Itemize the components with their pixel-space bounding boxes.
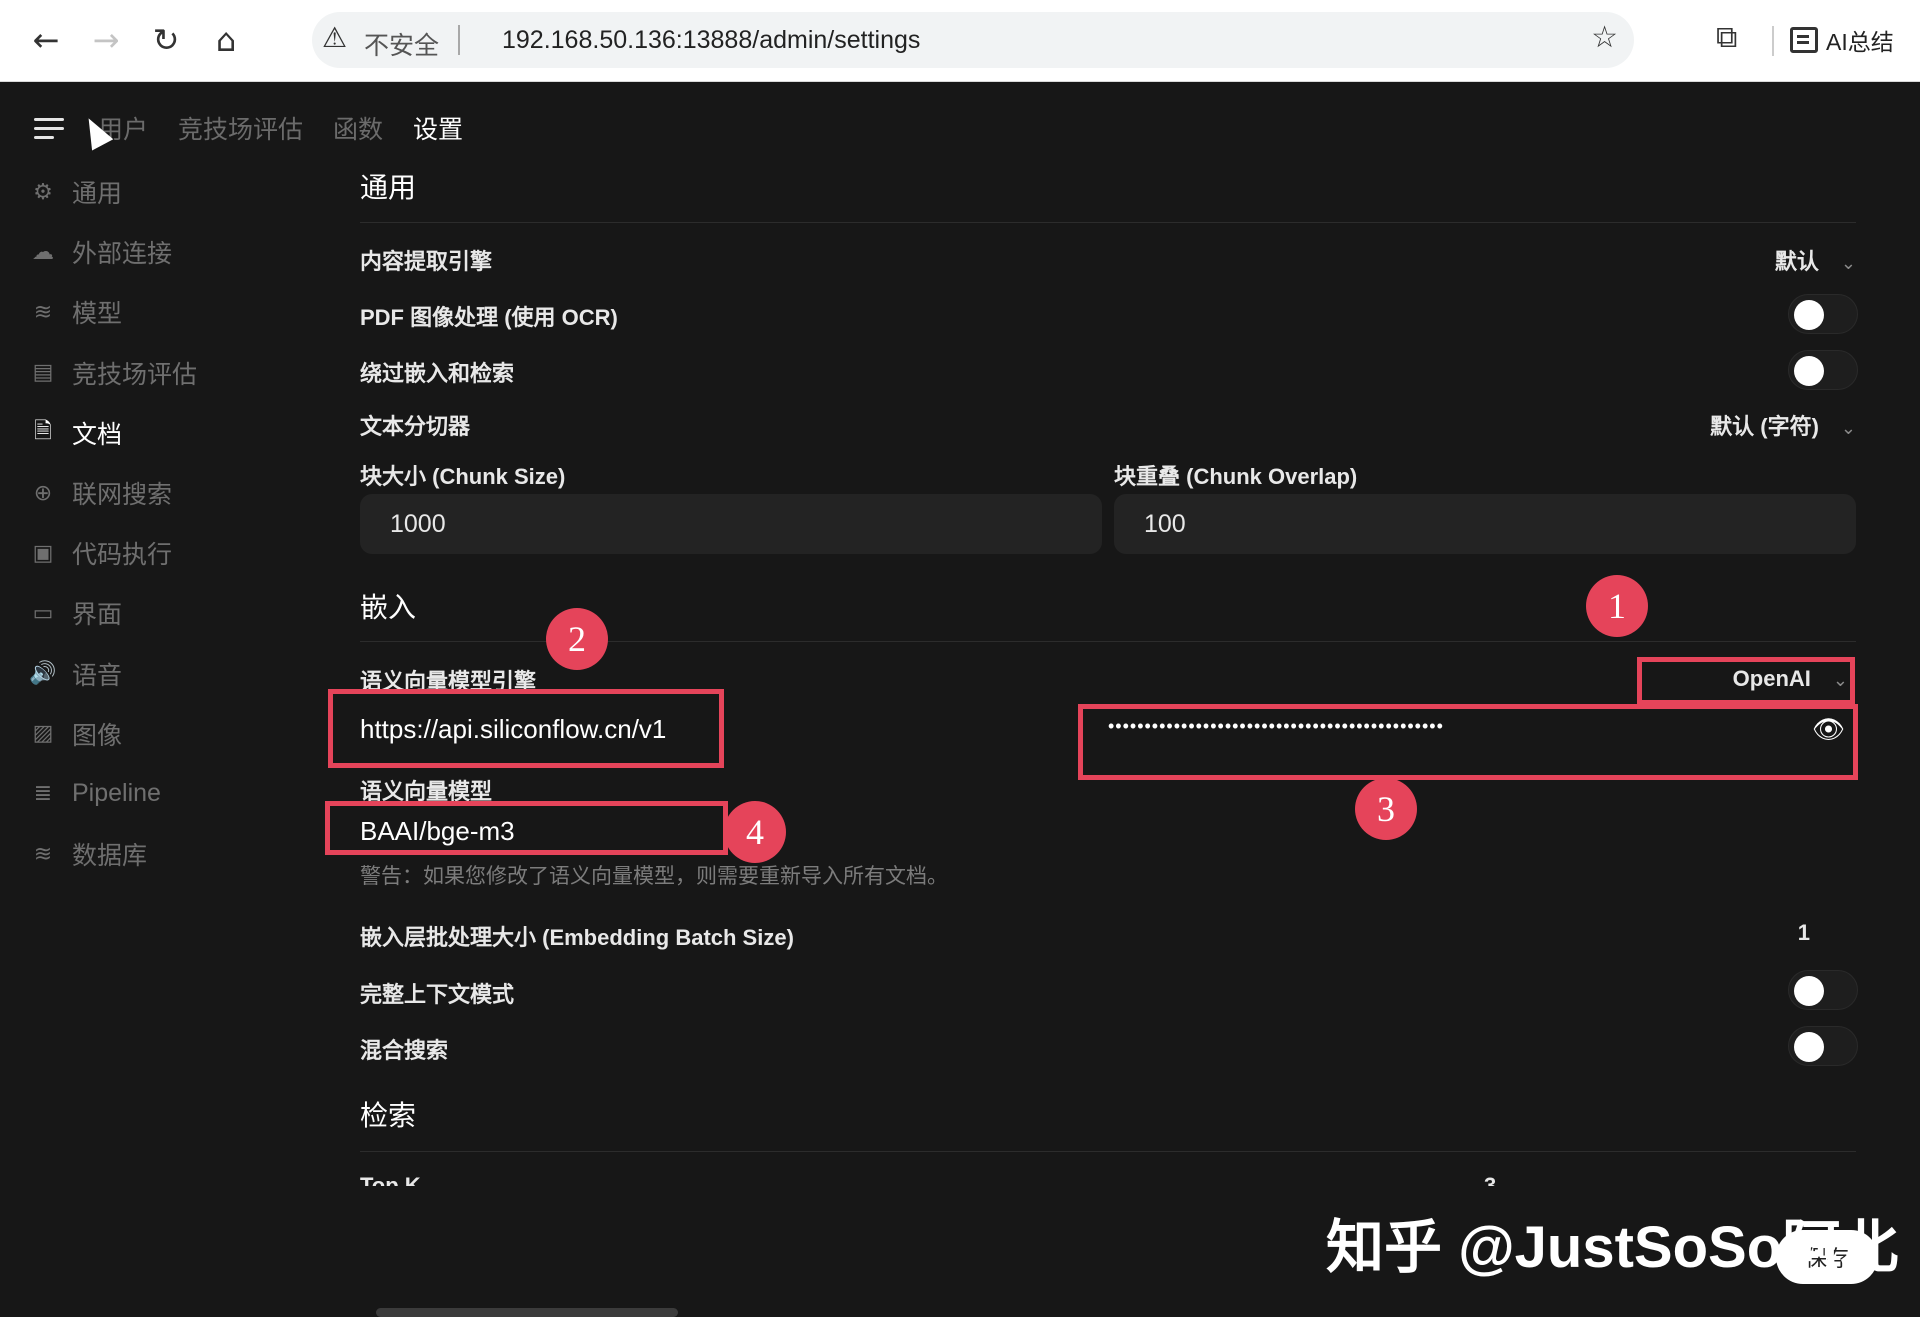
hybrid-search-label: 混合搜索 (360, 1038, 449, 1063)
sidebar-item-label: 文档 (72, 420, 123, 449)
section-title-embedding: 嵌入 (360, 592, 417, 623)
sidebar-item-label: Pipeline (72, 779, 161, 808)
sidebar-item-connections[interactable]: ☁ 外部连接 (30, 222, 290, 282)
tab-settings[interactable]: 设置 (413, 110, 463, 146)
chevron-down-icon: ⌄ (1840, 253, 1856, 274)
chevron-down-icon: ⌄ (1840, 418, 1856, 439)
sidebar-item-label: 语音 (72, 661, 123, 690)
tab-functions[interactable]: 函数 (333, 110, 383, 146)
sidebar-item-label: 外部连接 (72, 240, 173, 269)
content-engine-label: 内容提取引擎 (360, 249, 493, 274)
highlight-box-model (325, 801, 728, 855)
batch-size-value[interactable]: 1 (1798, 920, 1810, 946)
section-title-general: 通用 (360, 172, 417, 203)
hybrid-search-toggle[interactable] (1788, 1026, 1858, 1066)
bypass-embedding-toggle[interactable] (1788, 350, 1858, 390)
highlight-box-engine (1637, 657, 1855, 705)
annotation-badge-3: 3 (1355, 778, 1417, 840)
home-icon[interactable]: ⌂ (204, 18, 248, 62)
sidebar-item-images[interactable]: ▨ 图像 (30, 704, 290, 764)
address-divider (458, 25, 460, 55)
bypass-embedding-label: 绕过嵌入和检索 (360, 361, 515, 386)
address-bar[interactable]: ⚠ 不安全 192.168.50.136:13888/admin/setting… (312, 12, 1634, 68)
highlight-box-api-url (328, 689, 724, 768)
security-label[interactable]: 不安全 (364, 26, 439, 62)
text-splitter-select[interactable]: 默认 (字符) ⌄ (1710, 409, 1856, 441)
sidebar-item-label: 数据库 (72, 842, 148, 871)
sidebar-item-label: 联网搜索 (72, 481, 173, 510)
sidebar-item-label: 竞技场评估 (72, 360, 198, 389)
back-icon[interactable]: ← (24, 18, 68, 62)
horizontal-scrollbar[interactable] (376, 1308, 678, 1317)
text-splitter-value: 默认 (字符) (1710, 414, 1819, 439)
sidebar-item-web-search[interactable]: ⊕ 联网搜索 (30, 463, 290, 523)
divider (360, 1151, 1856, 1152)
sidebar-item-models[interactable]: ≋ 模型 (30, 282, 290, 342)
bookmark-star-icon[interactable]: ☆ (1591, 20, 1618, 55)
browser-toolbar: ← → ↻ ⌂ ⚠ 不安全 192.168.50.136:13888/admin… (0, 0, 1920, 82)
full-context-toggle[interactable] (1788, 970, 1858, 1010)
settings-sidebar: ⚙ 通用 ☁ 外部连接 ≋ 模型 ▤ 竞技场评估 🗎 文档 ⊕ 联网搜索 ▣ 代… (29, 162, 290, 884)
full-context-label: 完整上下文模式 (360, 982, 515, 1007)
url-text[interactable]: 192.168.50.136:13888/admin/settings (502, 26, 920, 55)
document-search-icon: 🗎 (34, 418, 52, 444)
pdf-ocr-label: PDF 图像处理 (使用 OCR) (360, 305, 618, 330)
watermark-text: 知乎 @JustSoSo阿北 (1326, 1215, 1899, 1280)
sidebar-item-general[interactable]: ⚙ 通用 (30, 162, 290, 222)
cloud-icon: ☁ (32, 239, 54, 265)
topk-label: Top K (360, 1173, 421, 1186)
monitor-icon: ▭ (32, 600, 54, 626)
sidebar-item-audio[interactable]: 🔊 语音 (29, 644, 290, 704)
ai-summary-button[interactable]: AI总结 (1790, 22, 1894, 58)
text-splitter-label: 文本分切器 (360, 414, 471, 439)
content-engine-value: 默认 (1774, 249, 1819, 274)
divider (360, 222, 1856, 223)
content-engine-select[interactable]: 默认 ⌄ (1775, 244, 1856, 276)
embedding-warning-text: 警告：如果您修改了语义向量模型，则需要重新导入所有文档。 (360, 865, 948, 888)
chunk-overlap-input[interactable]: 100 (1114, 494, 1856, 554)
warning-icon[interactable]: ⚠ (322, 21, 347, 54)
document-icon: ▤ (32, 360, 54, 386)
admin-tabs: 用户 竞技场评估 函数 设置 (98, 110, 463, 146)
summary-icon (1790, 27, 1818, 53)
sidebar-item-documents[interactable]: 🗎 文档 (30, 403, 290, 463)
sidebar-item-label: 通用 (72, 180, 123, 209)
ai-summary-label: AI总结 (1826, 29, 1894, 55)
chunk-overlap-label: 块重叠 (Chunk Overlap) (1114, 464, 1358, 489)
layers-icon: ≣ (33, 781, 53, 807)
sidebar-item-label: 图像 (72, 721, 123, 750)
database-icon: ≋ (33, 841, 53, 867)
reload-icon[interactable]: ↻ (144, 18, 188, 62)
annotation-badge-2: 2 (546, 608, 608, 670)
sidebar-item-label: 代码执行 (72, 541, 173, 570)
sidebar-item-label: 界面 (72, 601, 123, 630)
highlight-box-api-key (1078, 704, 1858, 780)
menu-icon[interactable] (34, 118, 64, 140)
sidebar-item-pipelines[interactable]: ≣ Pipeline (30, 764, 290, 824)
annotation-badge-1: 1 (1586, 575, 1648, 637)
globe-icon: ⊕ (33, 480, 53, 506)
sidebar-item-code-execution[interactable]: ▣ 代码执行 (30, 523, 290, 583)
database-icon: ≋ (33, 299, 53, 325)
batch-size-label: 嵌入层批处理大小 (Embedding Batch Size) (360, 925, 794, 950)
speaker-icon: 🔊 (29, 661, 57, 687)
terminal-icon: ▣ (32, 540, 54, 566)
chunk-size-label: 块大小 (Chunk Size) (360, 464, 566, 489)
pdf-ocr-toggle[interactable] (1788, 294, 1858, 334)
section-title-retrieval: 检索 (360, 1100, 417, 1131)
extensions-icon[interactable]: ⧉ (1716, 20, 1737, 55)
forward-icon[interactable]: → (84, 18, 128, 62)
chunk-size-input[interactable]: 1000 (360, 494, 1102, 554)
toolbar-divider (1772, 26, 1774, 56)
sidebar-item-arena[interactable]: ▤ 竞技场评估 (30, 343, 290, 403)
gear-icon: ⚙ (33, 179, 53, 205)
topk-value[interactable]: 3 (1484, 1172, 1496, 1186)
annotation-badge-4: 4 (724, 801, 786, 863)
tab-arena[interactable]: 竞技场评估 (178, 110, 303, 146)
sidebar-item-interface[interactable]: ▭ 界面 (30, 583, 290, 643)
sidebar-item-label: 模型 (72, 300, 123, 329)
image-icon: ▨ (32, 721, 54, 747)
sidebar-item-database[interactable]: ≋ 数据库 (30, 824, 290, 884)
